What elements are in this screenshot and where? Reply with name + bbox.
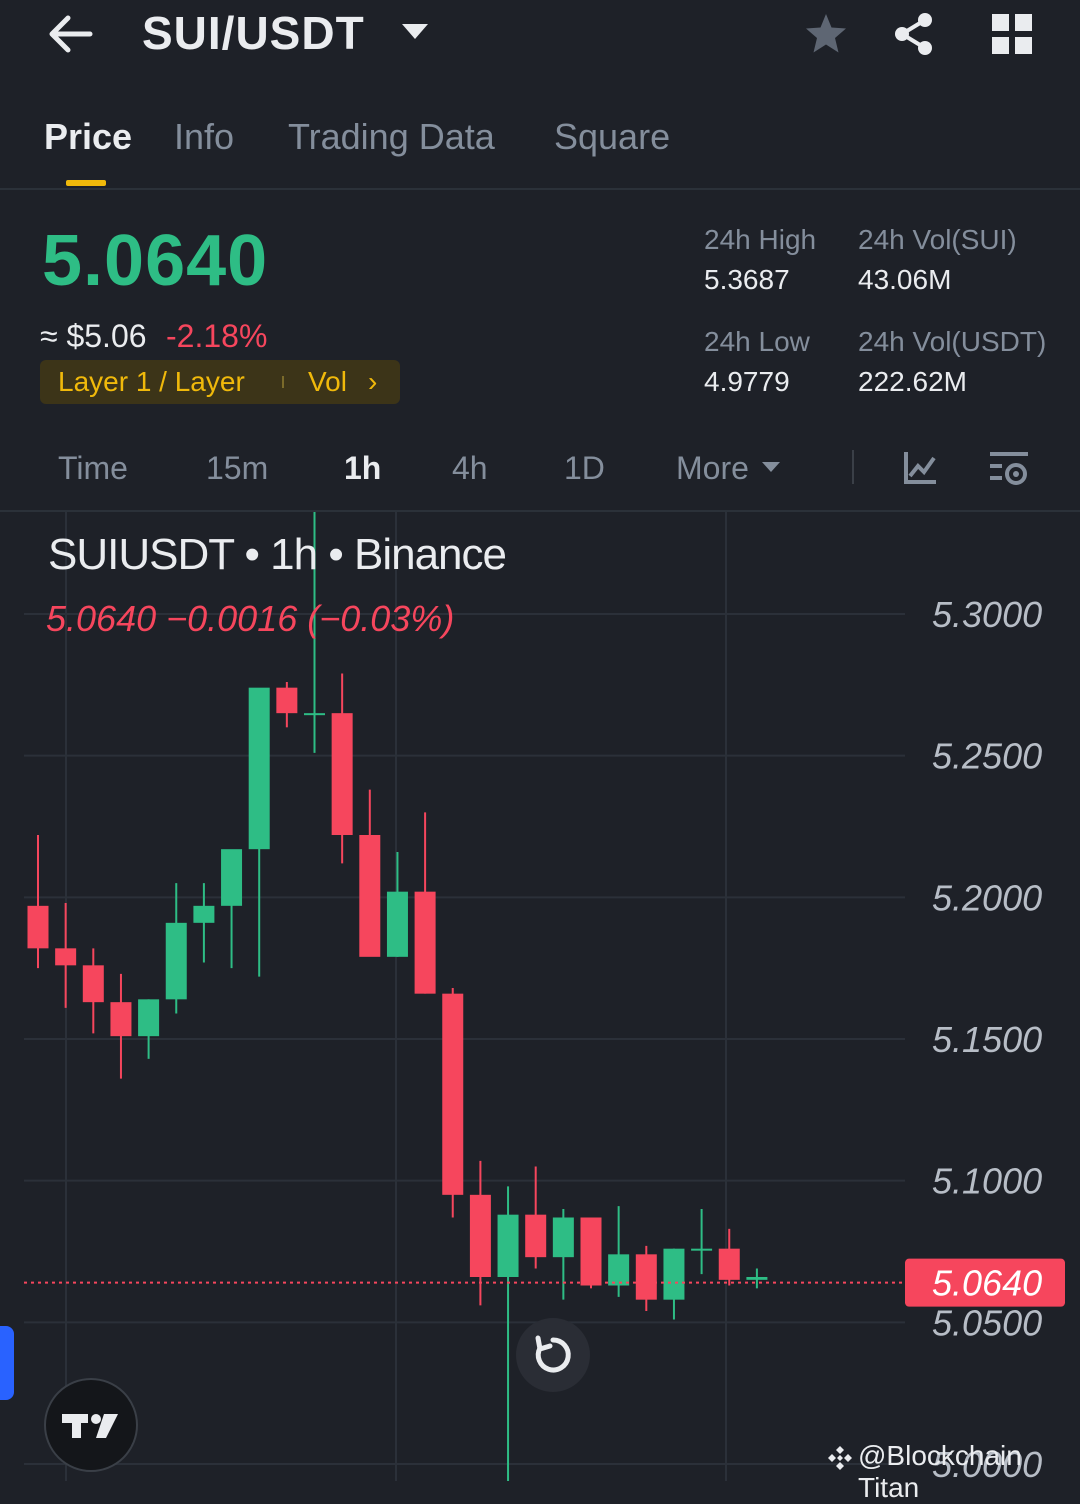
candle-body bbox=[165, 922, 187, 1000]
vol-quote-label: 24h Vol(USDT) bbox=[858, 326, 1047, 357]
candle-body bbox=[386, 891, 408, 957]
back-arrow-icon[interactable] bbox=[44, 10, 100, 58]
interval-4h[interactable]: 4h bbox=[452, 450, 488, 487]
y-tick-label: 5.1500 bbox=[932, 1019, 1042, 1060]
candle-body bbox=[27, 905, 49, 949]
candle-body bbox=[359, 835, 381, 957]
fiat-price: ≈ $5.06 bbox=[40, 318, 147, 354]
high-label: 24h High bbox=[704, 224, 817, 255]
tradingview-logo[interactable] bbox=[44, 1378, 138, 1472]
low-value: 4.9779 bbox=[704, 366, 790, 397]
candle-body bbox=[635, 1254, 657, 1300]
candle-body bbox=[276, 687, 298, 714]
divider bbox=[0, 188, 1080, 190]
candle-body bbox=[110, 1002, 132, 1037]
candle-body bbox=[580, 1217, 602, 1286]
interval-separator bbox=[852, 450, 854, 484]
candle-body bbox=[193, 905, 215, 923]
y-tick-label: 5.3000 bbox=[932, 594, 1042, 635]
candle-body bbox=[718, 1248, 740, 1280]
chart-price-change: 5.0640 −0.0016 (−0.03%) bbox=[46, 598, 455, 639]
candle-body bbox=[746, 1277, 768, 1280]
candle-body bbox=[414, 891, 436, 994]
y-tick-label: 5.0500 bbox=[932, 1302, 1042, 1343]
candle-body bbox=[304, 713, 325, 716]
candle-body bbox=[552, 1217, 574, 1258]
candle-body bbox=[663, 1248, 685, 1300]
candle-body bbox=[55, 948, 77, 966]
category-tag-label: Layer 1 / Layer bbox=[58, 366, 245, 397]
tab-info[interactable]: Info bbox=[174, 116, 234, 158]
tab-price[interactable]: Price bbox=[44, 116, 132, 158]
y-tick-label: 5.2000 bbox=[932, 877, 1042, 918]
grid-icon[interactable] bbox=[988, 10, 1036, 58]
vol-base-value: 43.06M bbox=[858, 264, 952, 295]
chart-settings-icon[interactable] bbox=[988, 448, 1032, 488]
low-label: 24h Low bbox=[704, 326, 810, 357]
change-percent: -2.18% bbox=[166, 318, 268, 354]
star-icon[interactable] bbox=[802, 10, 850, 58]
tab-trading-data[interactable]: Trading Data bbox=[288, 116, 495, 158]
last-price: 5.0640 bbox=[42, 221, 269, 301]
active-tab-indicator bbox=[66, 180, 106, 186]
watermark: @Blockchain Titan bbox=[858, 1440, 1022, 1503]
candle-body bbox=[469, 1194, 491, 1277]
interval-more[interactable]: More bbox=[676, 450, 749, 487]
refresh-icon bbox=[535, 1335, 571, 1373]
candle-body bbox=[442, 993, 464, 1195]
y-tick-label: 5.1000 bbox=[932, 1161, 1042, 1202]
vol-base-label: 24h Vol(SUI) bbox=[858, 224, 1017, 255]
interval-15m[interactable]: 15m bbox=[206, 450, 268, 487]
caret-down-icon bbox=[762, 462, 780, 472]
candle-body bbox=[248, 687, 270, 850]
y-tick-label: 5.2500 bbox=[932, 736, 1042, 777]
binance-logo-icon bbox=[828, 1446, 852, 1470]
high-value: 5.3687 bbox=[704, 264, 790, 295]
candle-body bbox=[691, 1248, 713, 1251]
candle-body bbox=[331, 713, 353, 835]
candle-body bbox=[138, 999, 160, 1037]
chart-title: SUIUSDT • 1h • Binance bbox=[48, 530, 507, 579]
reset-chart-button[interactable] bbox=[516, 1318, 590, 1392]
candle-body bbox=[608, 1254, 630, 1286]
pair-title[interactable]: SUI/USDT bbox=[142, 6, 365, 60]
candle-body bbox=[497, 1214, 519, 1277]
vol-quote-value: 222.62M bbox=[858, 366, 967, 397]
share-icon[interactable] bbox=[890, 10, 938, 58]
interval-1h[interactable]: 1h bbox=[344, 450, 381, 487]
interval-time[interactable]: Time bbox=[58, 450, 128, 487]
tradingview-icon bbox=[62, 1414, 118, 1438]
vol-tag-label: Vol bbox=[308, 366, 347, 397]
tab-square[interactable]: Square bbox=[554, 116, 670, 158]
last-price-tag-label: 5.0640 bbox=[932, 1263, 1042, 1304]
candle-body bbox=[221, 849, 243, 906]
candle-body bbox=[525, 1214, 547, 1258]
chevron-right-icon: › bbox=[368, 366, 378, 397]
interval-1d[interactable]: 1D bbox=[564, 450, 605, 487]
caret-down-icon[interactable] bbox=[402, 24, 428, 39]
indicator-chart-icon[interactable] bbox=[900, 448, 940, 488]
tag-separator bbox=[282, 376, 284, 388]
candle-body bbox=[82, 965, 104, 1003]
side-drawer-handle[interactable] bbox=[0, 1326, 14, 1400]
